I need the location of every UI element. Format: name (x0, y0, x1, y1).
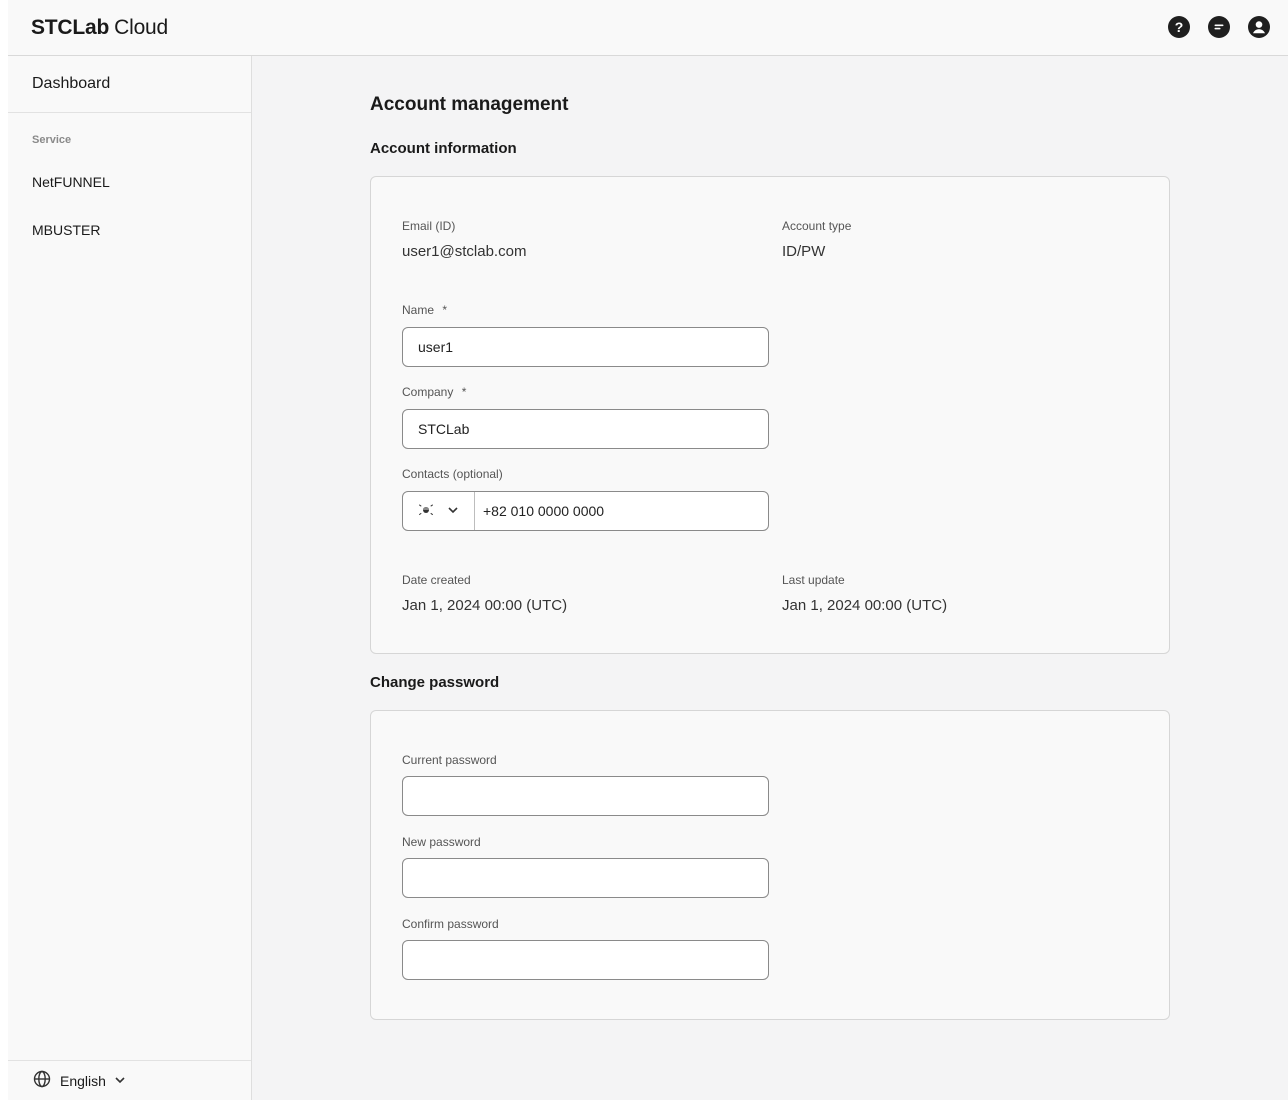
logo-light: Cloud (114, 16, 169, 39)
chevron-down-icon (447, 503, 459, 519)
required-mark: * (461, 385, 467, 399)
logo-strong: STCLab (31, 16, 110, 39)
name-label-text: Name (402, 303, 435, 317)
phone-number-input[interactable]: +82 010 0000 0000 (475, 503, 604, 519)
contacts-label: Contacts (optional) (402, 467, 503, 481)
required-mark: * (442, 303, 448, 317)
confirm-password-label: Confirm password (402, 917, 499, 931)
language-selector[interactable]: English (8, 1060, 251, 1100)
account-type-label: Account type (782, 219, 852, 233)
account-icon[interactable] (1248, 16, 1270, 38)
date-created-label: Date created (402, 573, 471, 587)
sidebar: Dashboard Service NetFUNNEL MBUSTER Engl… (8, 56, 252, 1100)
new-password-label: New password (402, 835, 481, 849)
app-logo[interactable]: STCLab Cloud (31, 16, 168, 40)
new-password-input[interactable] (402, 858, 769, 898)
svg-text:?: ? (1175, 19, 1184, 35)
confirm-password-input[interactable] (402, 940, 769, 980)
top-bar: STCLab Cloud ? (8, 0, 1288, 56)
change-password-card: Current password New password Confirm pa… (370, 710, 1170, 1020)
sidebar-item-mbuster[interactable]: MBUSTER (8, 206, 251, 254)
language-label: English (60, 1072, 106, 1089)
app-frame: STCLab Cloud ? Dashboard Service NetFUNN… (8, 0, 1288, 1100)
date-created-value: Jan 1, 2024 00:00 (UTC) (402, 597, 568, 614)
chevron-down-icon (114, 1073, 126, 1089)
name-input[interactable]: user1 (402, 327, 769, 367)
chat-icon[interactable] (1208, 16, 1230, 38)
current-password-input[interactable] (402, 776, 769, 816)
email-value: user1@stclab.com (402, 243, 527, 260)
company-input[interactable]: STCLab (402, 409, 769, 449)
header-actions: ? (1168, 16, 1270, 38)
name-label: Name * (402, 303, 447, 317)
sidebar-section-service: Service (32, 134, 72, 146)
last-update-label: Last update (782, 573, 845, 587)
help-icon[interactable]: ? (1168, 16, 1190, 38)
account-type-value: ID/PW (782, 243, 826, 260)
globe-icon (33, 1070, 51, 1091)
last-update-value: Jan 1, 2024 00:00 (UTC) (782, 597, 948, 614)
phone-field: +82 010 0000 0000 (402, 491, 769, 531)
korea-flag-icon (418, 503, 433, 519)
page-title: Account management (370, 94, 569, 115)
current-password-label: Current password (402, 753, 497, 767)
sidebar-item-netfunnel[interactable]: NetFUNNEL (8, 158, 251, 206)
account-info-card: Email (ID) user1@stclab.com Account type… (370, 176, 1170, 654)
company-label-text: Company (402, 385, 454, 399)
change-password-title: Change password (370, 674, 500, 691)
company-label: Company * (402, 385, 466, 399)
email-label: Email (ID) (402, 219, 456, 233)
sidebar-item-dashboard[interactable]: Dashboard (8, 56, 251, 113)
country-code-select[interactable] (403, 492, 475, 530)
account-info-title: Account information (370, 140, 517, 157)
